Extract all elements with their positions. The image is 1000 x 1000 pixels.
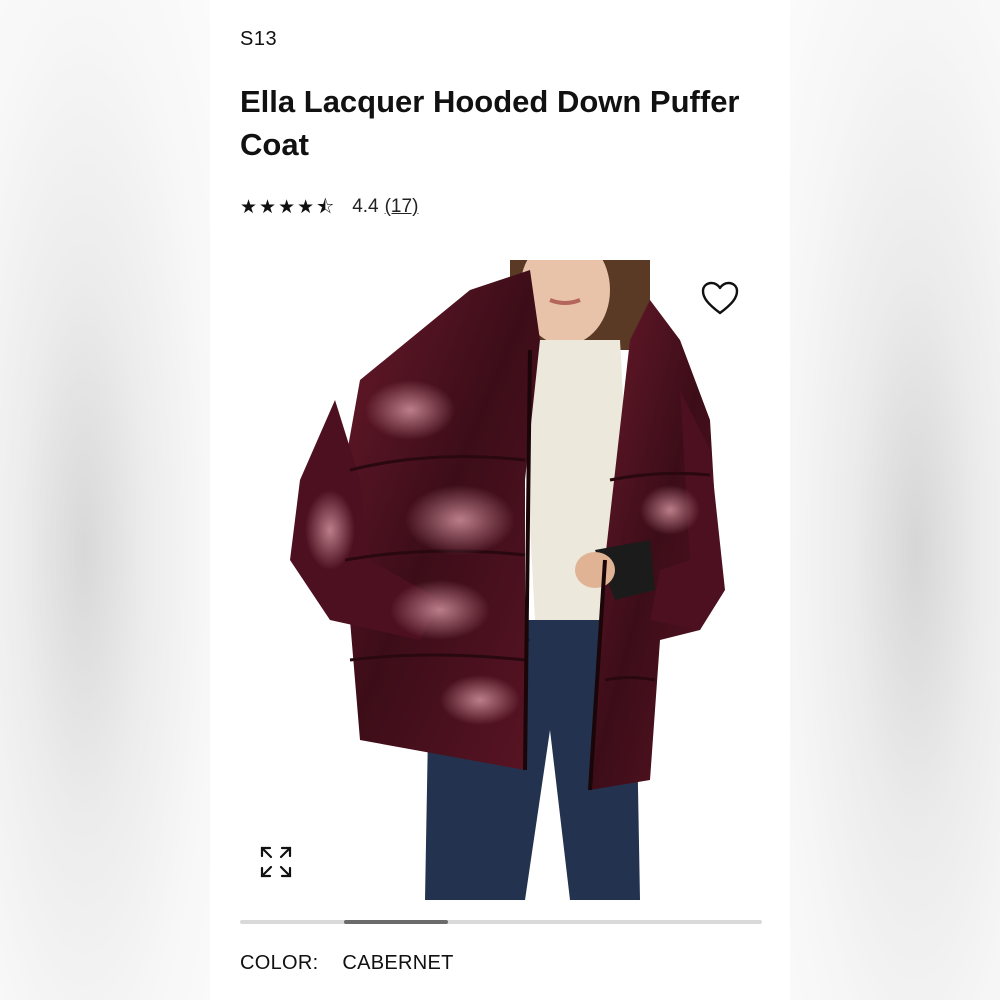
half-star-icon: ⯪ [316,196,335,218]
background-blur-left [0,0,210,1000]
star-icon: ★ [297,196,315,218]
rating-value: 4.4 [352,196,379,217]
gallery-scroll-track[interactable] [240,920,762,924]
heart-icon[interactable] [700,280,740,316]
product-card: S13 Ella Lacquer Hooded Down Puffer Coat… [210,0,790,1000]
star-icon: ★ [240,196,258,218]
gallery-scroll-thumb[interactable] [344,920,448,924]
star-icon: ★ [259,196,277,218]
rating-stars: ★ ★ ★ ★ ⯪ [240,198,334,217]
star-icon: ★ [278,196,296,218]
review-count-link[interactable]: (17) [385,196,419,218]
rating-row[interactable]: ★ ★ ★ ★ ⯪ 4.4 (17) [240,196,418,218]
color-selection: COLOR: CABERNET [240,952,454,975]
background-blur-right [790,0,1000,1000]
product-photo [290,260,725,900]
expand-icon[interactable] [258,844,294,880]
product-image[interactable] [240,260,760,900]
brand-name[interactable]: S13 [240,28,277,51]
color-label: COLOR: [240,952,319,974]
product-title: Ella Lacquer Hooded Down Puffer Coat [240,84,740,162]
color-value: CABERNET [342,952,454,974]
